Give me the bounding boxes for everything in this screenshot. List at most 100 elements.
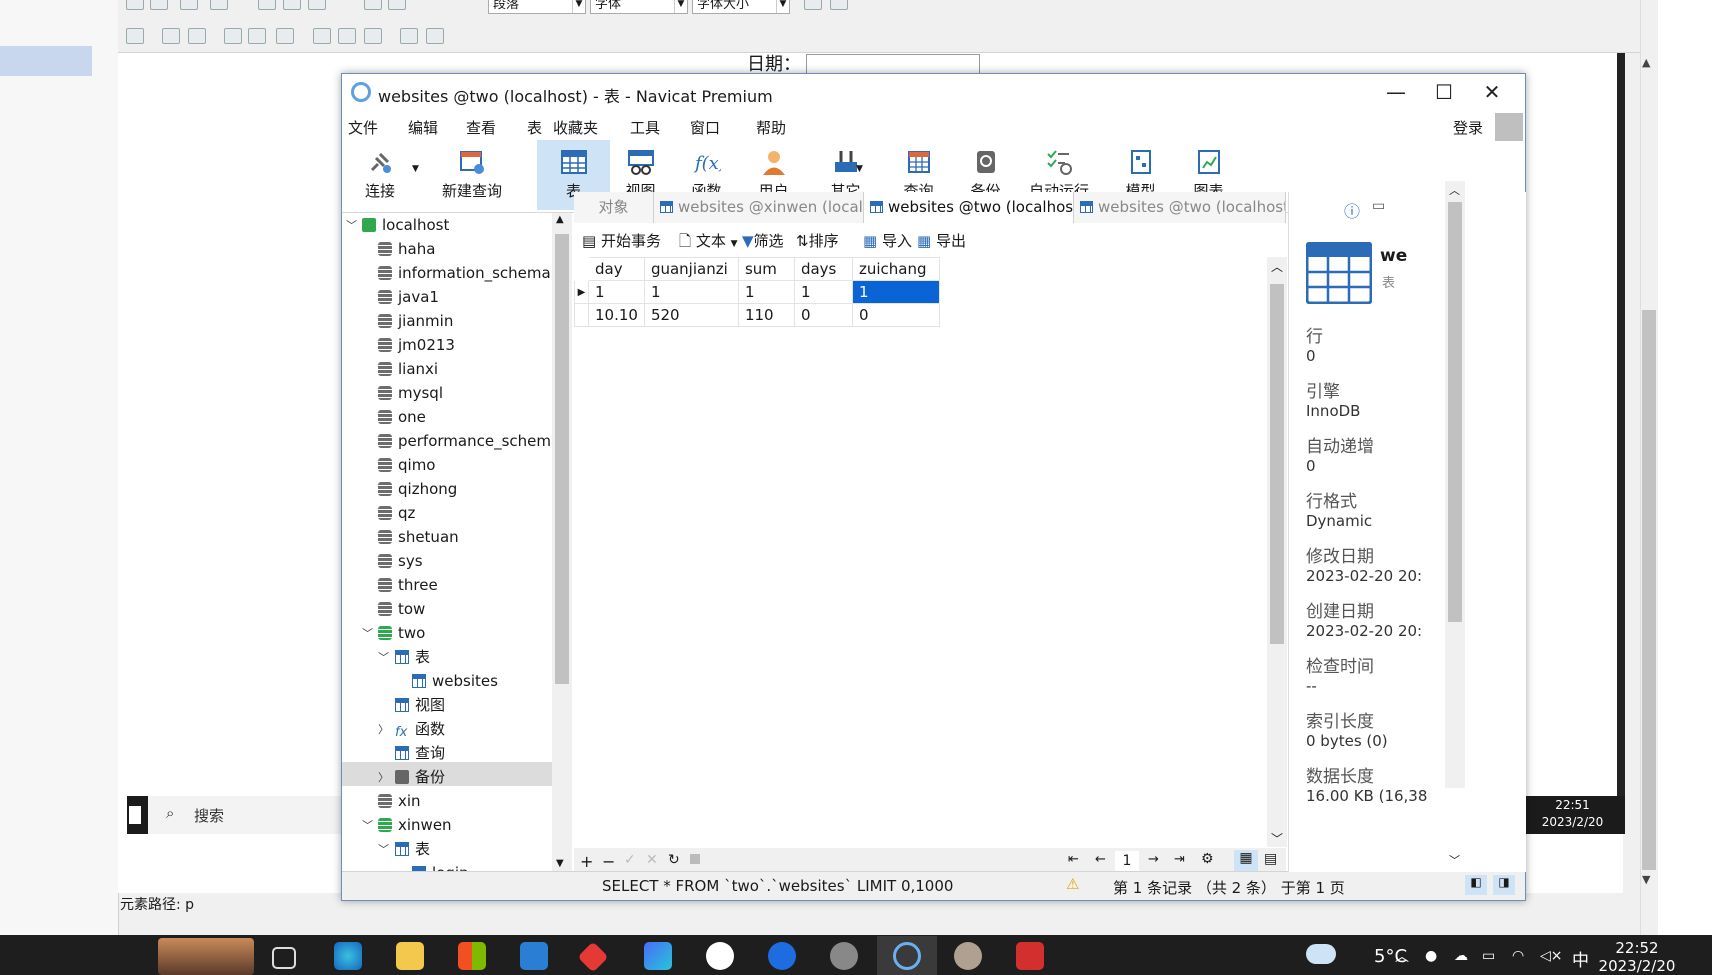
menu-favorites[interactable]: 收藏夹 <box>553 117 598 138</box>
col-header-sum[interactable]: sum <box>737 257 795 281</box>
font-size-select[interactable]: 字体大小 ▼ <box>692 0 790 14</box>
menu-help[interactable]: 帮助 <box>756 117 786 138</box>
media-icon[interactable] <box>308 0 326 10</box>
tree-scroll-down-icon[interactable]: ▼ <box>556 858 564 869</box>
tree-item-db-haha[interactable]: haha <box>378 237 435 261</box>
chevron-down-icon[interactable]: ﹀ <box>346 217 357 233</box>
paragraph-select[interactable]: 段落 ▼ <box>488 0 586 14</box>
table-insert-icon[interactable] <box>162 28 180 44</box>
row-delete-icon[interactable] <box>248 28 266 44</box>
tab-websites-two[interactable]: websites @two (localhost... <box>864 192 1074 223</box>
tab-objects[interactable]: 对象 <box>574 192 654 223</box>
split-cells-icon[interactable] <box>426 28 444 44</box>
picture-icon[interactable] <box>283 0 301 10</box>
tree-item-queries[interactable]: 查询 <box>395 741 445 765</box>
title-bar[interactable]: websites @two (localhost) - 表 - Navicat … <box>342 74 1525 112</box>
app-arrow-icon[interactable] <box>768 942 796 970</box>
col-header-guanjianzi[interactable]: guanjianzi <box>643 257 739 281</box>
info-scroll-down-icon[interactable]: ﹀ <box>1449 852 1460 868</box>
minimize-button[interactable]: — <box>1373 78 1419 106</box>
image-icon[interactable] <box>258 0 276 10</box>
grid-view-icon[interactable]: ▦ <box>1234 850 1258 872</box>
left-panel-toggle-icon[interactable]: ◧ <box>1465 875 1487 895</box>
tab-websites-two-design[interactable]: websites @two (localhost... <box>1074 192 1286 223</box>
text-button[interactable]: 🗋 文本 ▼ <box>679 230 738 256</box>
import-button[interactable]: ▦ 导入 <box>863 230 912 251</box>
wps-icon[interactable] <box>1016 942 1044 970</box>
col-delete-icon[interactable] <box>338 28 356 44</box>
tree-item-db-mysql[interactable]: mysql <box>378 381 443 405</box>
editor-scroll-thumb[interactable] <box>1642 310 1656 870</box>
weather-icon[interactable] <box>1306 944 1336 964</box>
menu-view[interactable]: 查看 <box>466 117 496 138</box>
tree-item-db-qimo[interactable]: qimo <box>378 453 435 477</box>
menu-table[interactable]: 表 <box>527 117 542 138</box>
settings-icon[interactable]: ⚙ <box>1201 851 1214 867</box>
tree-item-db-xin[interactable]: xin <box>378 789 421 813</box>
chevron-right-icon[interactable]: 〉 <box>378 769 389 785</box>
os-clock[interactable]: 22:52 2023/2/20 <box>1592 939 1682 975</box>
cell[interactable]: 1 <box>643 280 739 304</box>
stop-icon[interactable] <box>690 854 700 864</box>
maximize-button[interactable]: ☐ <box>1421 78 1467 106</box>
form-view-icon[interactable]: ▤ <box>1264 851 1277 867</box>
row-split-icon[interactable] <box>276 28 294 44</box>
chevron-right-icon[interactable]: 〉 <box>378 721 389 737</box>
app-circle-icon[interactable] <box>706 942 734 970</box>
scroll-up-icon[interactable]: ▲ <box>1642 56 1650 69</box>
undo-icon[interactable] <box>126 0 144 10</box>
tree-item-tables[interactable]: 表 <box>395 645 430 669</box>
cell[interactable]: 110 <box>737 303 795 327</box>
close-button[interactable]: ✕ <box>1469 78 1515 106</box>
edge-icon[interactable] <box>334 942 362 970</box>
file-explorer-icon[interactable] <box>396 942 424 970</box>
export-button[interactable]: ▦ 导出 <box>917 230 966 251</box>
info-icon[interactable]: ⓘ <box>1344 198 1360 222</box>
menu-tools[interactable]: 工具 <box>630 117 660 138</box>
filter-button[interactable]: ▼筛选 <box>742 230 784 251</box>
sort-button[interactable]: ⇅排序 <box>796 230 839 251</box>
info-scroll-up-icon[interactable]: ︿ <box>1449 182 1460 198</box>
navicat-taskbar-icon[interactable] <box>893 942 921 970</box>
tree-scroll-up-icon[interactable]: ▲ <box>556 214 564 225</box>
grid-scroll-thumb[interactable] <box>1270 284 1284 644</box>
cell[interactable]: 1 <box>793 280 853 304</box>
col-header-days[interactable]: days <box>793 257 853 281</box>
tree-item-backups[interactable]: 备份 <box>395 765 445 789</box>
info-scroll-thumb[interactable] <box>1448 202 1462 622</box>
col-header-zuichang[interactable]: zuichang <box>851 257 940 281</box>
other-dropdown-icon[interactable]: ▼ <box>856 164 863 174</box>
selected-cell[interactable]: 1 <box>851 280 940 304</box>
menu-window[interactable]: 窗口 <box>690 117 720 138</box>
tab-websites-xinwen[interactable]: websites @xinwen (localh... <box>654 192 864 223</box>
last-page-icon[interactable]: ⇥ <box>1174 852 1185 867</box>
tree-item-websites[interactable]: websites <box>412 669 498 693</box>
cell[interactable]: 0 <box>851 303 940 327</box>
ime-indicator[interactable]: 中 <box>1572 946 1589 971</box>
undo2-icon[interactable] <box>804 0 822 10</box>
app-photo-icon[interactable] <box>954 942 982 970</box>
warning-icon[interactable]: ⚠ <box>1066 875 1079 893</box>
discard-icon[interactable]: ✕ <box>646 852 658 868</box>
refresh-icon[interactable]: ↻ <box>668 852 680 868</box>
chevron-down-icon[interactable]: ﹀ <box>378 841 389 857</box>
begin-transaction-button[interactable]: ▤ 开始事务 <box>582 230 661 251</box>
chevron-down-icon[interactable]: ﹀ <box>362 625 373 641</box>
tree-item-db-sys[interactable]: sys <box>378 549 423 573</box>
mail-icon[interactable] <box>520 942 548 970</box>
tree-item-db-information_schema[interactable]: information_schema <box>378 261 551 285</box>
next-page-icon[interactable]: → <box>1148 852 1159 867</box>
col-split-icon[interactable] <box>364 28 382 44</box>
chevron-up-icon[interactable]: ︿ <box>1395 946 1409 966</box>
tree-item-db-tow[interactable]: tow <box>378 597 425 621</box>
tree-item-db-performance_schema[interactable]: performance_schema <box>378 429 560 453</box>
cell[interactable]: 1 <box>737 280 795 304</box>
cloud-icon[interactable]: ☁ <box>1454 948 1468 964</box>
new-query-button[interactable]: 新建查询 <box>422 140 522 210</box>
store-icon[interactable] <box>458 942 486 970</box>
menu-file[interactable]: 文件 <box>348 117 378 138</box>
cell[interactable]: 1 <box>588 280 645 304</box>
table-delete-icon[interactable] <box>188 28 206 44</box>
font-select[interactable]: 字体 ▼ <box>590 0 688 14</box>
task-view-icon[interactable] <box>272 947 296 969</box>
